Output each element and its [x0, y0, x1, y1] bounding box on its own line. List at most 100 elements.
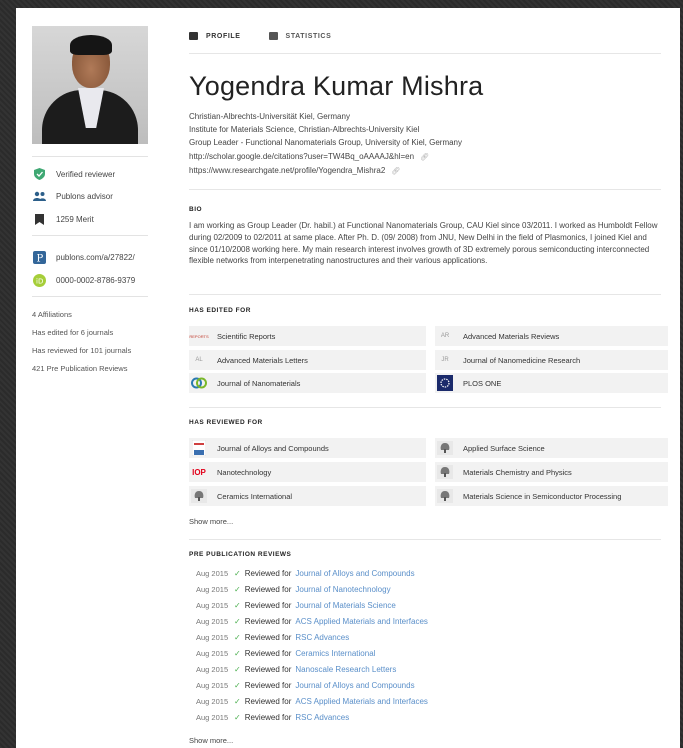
- divider: [189, 189, 661, 190]
- review-date: Aug 2015: [196, 601, 229, 610]
- journal-cover-logo: [191, 440, 207, 456]
- prepub-review-row: Aug 2015 ✓ Reviewed for Journal of Alloys a…: [196, 681, 415, 690]
- journal-link[interactable]: Journal of Alloys and Compounds: [295, 569, 414, 578]
- prepub-review-row: Aug 2015 ✓ Reviewed for Journal of Nanotech…: [196, 585, 391, 594]
- badge-label: Publons advisor: [56, 191, 113, 201]
- journal-name: Ceramics International: [217, 491, 293, 501]
- merit-badge: 1259 Merit: [32, 211, 94, 227]
- reviewed-journal-card[interactable]: Journal of Alloys and Compounds: [189, 438, 426, 458]
- prepub-review-row: Aug 2015 ✓ Reviewed for RSC Advances: [196, 633, 349, 642]
- svg-text:P: P: [36, 253, 43, 264]
- checkmark-icon: ✓: [234, 681, 241, 690]
- tab-statistics[interactable]: STATISTICS: [268, 32, 332, 40]
- journal-link[interactable]: ACS Applied Materials and Interfaces: [295, 617, 428, 626]
- ar-logo: AR: [440, 333, 450, 339]
- elsevier-logo: [437, 441, 453, 455]
- divider: [189, 53, 661, 54]
- journal-name: PLOS ONE: [463, 378, 502, 388]
- avatar: [32, 26, 148, 144]
- journal-link[interactable]: Journal of Materials Science: [295, 601, 396, 610]
- reviewed-journal-card[interactable]: Materials Science in Semiconductor Proce…: [435, 486, 668, 506]
- stat-prepub-reviews[interactable]: 421 Pre Publication Reviews: [32, 364, 127, 373]
- journal-name: Nanotechnology: [217, 467, 272, 477]
- verified-reviewer-badge: Verified reviewer: [32, 166, 115, 182]
- edited-journal-card[interactable]: Journal of Nanomaterials: [189, 373, 426, 393]
- divider: [189, 407, 661, 408]
- bio-text: I am working as Group Leader (Dr. habil.…: [189, 221, 658, 266]
- review-date: Aug 2015: [196, 633, 229, 642]
- scientific-reports-logo: REPORTS: [189, 333, 209, 339]
- tab-label: STATISTICS: [285, 32, 332, 40]
- checkmark-icon: ✓: [234, 697, 241, 706]
- group-icon: [32, 189, 46, 203]
- orcid-id[interactable]: 0000-0002-8786-9379: [56, 276, 135, 285]
- elsevier-logo: [191, 489, 207, 503]
- stat-edited[interactable]: Has edited for 6 journals: [32, 328, 113, 337]
- journal-link[interactable]: Ceramics International: [295, 649, 375, 658]
- al-logo: AL: [195, 357, 203, 363]
- edited-journal-card[interactable]: JR Journal of Nanomedicine Research: [435, 350, 668, 370]
- review-date: Aug 2015: [196, 617, 229, 626]
- checkmark-icon: ✓: [234, 601, 241, 610]
- reviewed-journal-card[interactable]: Ceramics International: [189, 486, 426, 506]
- journal-link[interactable]: RSC Advances: [295, 713, 349, 722]
- profile-page: Verified reviewer Publons advisor 1259 M…: [16, 8, 680, 748]
- stat-reviewed[interactable]: Has reviewed for 101 journals: [32, 346, 131, 355]
- profile-link-scholar[interactable]: http://scholar.google.de/citations?user=…: [189, 152, 429, 161]
- journal-name: Materials Science in Semiconductor Proce…: [463, 491, 622, 501]
- link-icon: 🔗︎: [391, 168, 401, 175]
- reviewed-journal-card[interactable]: Materials Chemistry and Physics: [435, 462, 668, 482]
- reviewed-for-label: Reviewed for: [244, 633, 292, 642]
- main-content: PROFILE STATISTICS Yogendra Kumar Mishra…: [189, 8, 668, 748]
- publons-advisor-badge: Publons advisor: [32, 188, 113, 204]
- review-date: Aug 2015: [196, 713, 229, 722]
- divider: [32, 235, 148, 236]
- reviewed-journal-card[interactable]: IOP Nanotechnology: [189, 462, 426, 482]
- reviewed-for-label: Reviewed for: [244, 649, 292, 658]
- journal-link[interactable]: RSC Advances: [295, 633, 349, 642]
- affiliation: Institute for Materials Science, Christi…: [189, 125, 420, 134]
- divider: [189, 294, 661, 295]
- journal-name: Journal of Alloys and Compounds: [217, 443, 329, 453]
- prepub-review-row: Aug 2015 ✓ Reviewed for Journal of Material…: [196, 601, 396, 610]
- reviewed-for-label: Reviewed for: [244, 601, 292, 610]
- review-date: Aug 2015: [196, 697, 229, 706]
- iop-logo: IOP: [192, 467, 206, 477]
- tab-label: PROFILE: [206, 32, 241, 40]
- plos-one-logo: [437, 375, 453, 391]
- tab-profile[interactable]: PROFILE: [189, 32, 241, 40]
- edited-journal-card[interactable]: PLOS ONE: [435, 373, 668, 393]
- orcid-link[interactable]: iD 0000-0002-8786-9379: [32, 272, 135, 288]
- hindawi-logo: [191, 376, 207, 390]
- orcid-icon: iD: [32, 273, 46, 287]
- stat-affiliations[interactable]: 4 Affiliations: [32, 310, 72, 319]
- reviewed-heading: HAS REVIEWED FOR: [189, 419, 263, 426]
- prepub-review-row: Aug 2015 ✓ Reviewed for ACS Applied Materia…: [196, 697, 428, 706]
- sidebar: Verified reviewer Publons advisor 1259 M…: [16, 8, 166, 748]
- checkmark-icon: ✓: [234, 713, 241, 722]
- checkmark-icon: ✓: [234, 569, 241, 578]
- edited-journal-card[interactable]: AL Advanced Materials Letters: [189, 350, 426, 370]
- edited-journal-card[interactable]: REPORTS Scientific Reports: [189, 326, 426, 346]
- show-more-reviewed-link[interactable]: Show more...: [189, 517, 233, 526]
- review-date: Aug 2015: [196, 681, 229, 690]
- checkmark-icon: ✓: [234, 585, 241, 594]
- link-text[interactable]: http://scholar.google.de/citations?user=…: [189, 152, 414, 161]
- checkmark-icon: ✓: [234, 665, 241, 674]
- journal-link[interactable]: Nanoscale Research Letters: [295, 665, 396, 674]
- reviewed-for-label: Reviewed for: [244, 697, 292, 706]
- publons-link[interactable]: P publons.com/a/27822/: [32, 249, 135, 265]
- journal-link[interactable]: Journal of Alloys and Compounds: [295, 681, 414, 690]
- show-more-prepub-link[interactable]: Show more...: [189, 736, 233, 745]
- journal-link[interactable]: ACS Applied Materials and Interfaces: [295, 697, 428, 706]
- journal-link[interactable]: Journal of Nanotechnology: [295, 585, 390, 594]
- checkmark-icon: ✓: [234, 649, 241, 658]
- publons-p-icon: P: [32, 250, 46, 264]
- prepub-review-row: Aug 2015 ✓ Reviewed for RSC Advances: [196, 713, 349, 722]
- reviewed-for-label: Reviewed for: [244, 569, 292, 578]
- link-text[interactable]: https://www.researchgate.net/profile/Yog…: [189, 166, 385, 175]
- reviewed-journal-card[interactable]: Applied Surface Science: [435, 438, 668, 458]
- edited-journal-card[interactable]: AR Advanced Materials Reviews: [435, 326, 668, 346]
- profile-link-researchgate[interactable]: https://www.researchgate.net/profile/Yog…: [189, 166, 400, 175]
- publons-url[interactable]: publons.com/a/27822/: [56, 253, 135, 262]
